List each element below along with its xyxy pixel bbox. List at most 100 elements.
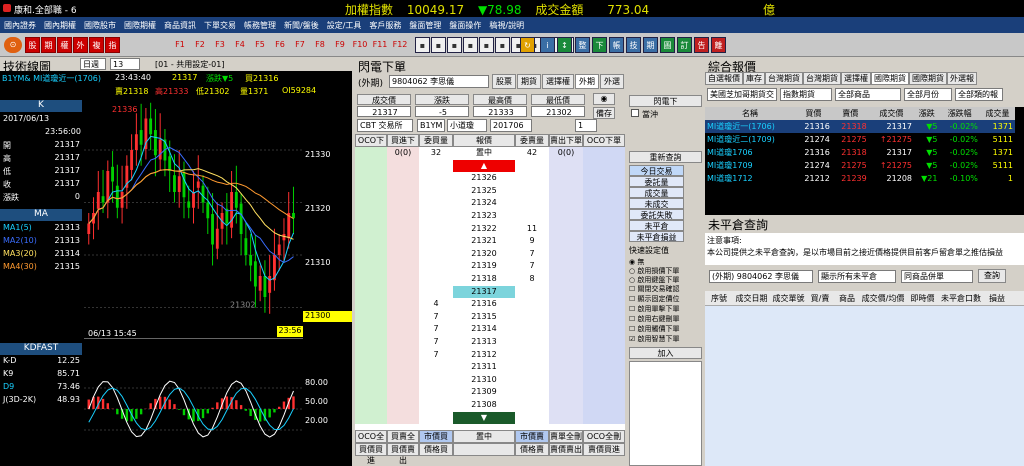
ladder-cell[interactable] (515, 361, 549, 374)
ladder-cell[interactable] (387, 399, 419, 412)
tool-icon-0[interactable]: ▪ (415, 37, 430, 53)
candlestick-chart[interactable]: 21336 21302 (84, 98, 303, 338)
ladder-cell[interactable] (515, 323, 549, 336)
ladder-cell[interactable] (515, 159, 549, 173)
right-button-6[interactable]: 訂 (677, 37, 692, 53)
ladder-cell[interactable]: 11 (515, 222, 549, 236)
menu-item-2[interactable]: 國際股市 (80, 17, 120, 31)
ladder-cell[interactable] (387, 310, 419, 324)
ladder-price-row[interactable]: 21325 (355, 184, 625, 198)
ladder-footer-btn-3[interactable]: 置中 (453, 430, 515, 443)
pos-query-button[interactable]: 查詢 (978, 269, 1006, 283)
right-button-5[interactable]: 圖 (660, 37, 675, 53)
ladder-price-row[interactable]: 4 21316 (355, 298, 625, 311)
fkey-f3[interactable]: F3 (210, 37, 230, 53)
price-ladder[interactable]: 0(0) 32 置中 42 0(0) ▲ 21326 21325 21324 21323 21322… (355, 147, 625, 433)
ladder-cell[interactable] (387, 285, 419, 299)
ladder-footer2-btn-4[interactable]: 價格賣 (515, 443, 549, 456)
ladder-price-row[interactable]: 21317 (355, 285, 625, 299)
fkey-f1[interactable]: F1 (170, 37, 190, 53)
ladder-cell[interactable] (419, 285, 453, 299)
ladder-cell[interactable] (549, 184, 583, 198)
ladder-footer-btn-1[interactable]: 買賣全刪 (387, 430, 419, 452)
ladder-cell[interactable] (549, 298, 583, 311)
ladder-cell[interactable]: 7 (419, 323, 453, 336)
menu-item-1[interactable]: 國內期權 (40, 17, 80, 31)
ladder-cell[interactable] (515, 172, 549, 185)
ladder-cell[interactable] (387, 273, 419, 286)
ladder-price-row[interactable]: 7 21315 (355, 310, 625, 324)
side-item-1[interactable]: 委託量 (629, 176, 684, 187)
ladder-cell[interactable] (583, 323, 625, 336)
quote-tab-6[interactable]: 國際期貨 (909, 72, 947, 85)
ladder-cell[interactable] (583, 273, 625, 286)
ladder-cell[interactable] (583, 399, 625, 412)
menu-item-0[interactable]: 國內證券 (0, 17, 40, 31)
ladder-cell[interactable] (515, 336, 549, 349)
ladder-price-row[interactable]: 21326 (355, 172, 625, 185)
quote-row[interactable]: MI道瓊1709 21274 21275 ↑21275 ▼5 -0.02% 5111 (705, 159, 1015, 172)
quote-filter-4[interactable]: 全部類的報 (955, 88, 1003, 101)
menu-item-11[interactable]: 盤面操作 (445, 17, 485, 31)
ladder-cell[interactable] (583, 172, 625, 185)
ladder-cell[interactable] (515, 197, 549, 210)
ladder-cell[interactable] (583, 222, 625, 236)
ladder-footer-btn-2[interactable]: 市價買 (419, 430, 453, 443)
quote-tab-4[interactable]: 選擇權 (841, 72, 871, 85)
ladder-price-row[interactable]: 21319 7 (355, 260, 625, 273)
ladder-cell[interactable] (549, 222, 583, 236)
side-item-4[interactable]: 委託失敗 (629, 209, 684, 220)
ladder-cell[interactable] (583, 361, 625, 374)
ladder-cell[interactable] (549, 336, 583, 349)
ladder-cell[interactable] (549, 310, 583, 324)
check-row-2[interactable]: ☐ 啟用單擊下單 (629, 304, 702, 314)
menu-item-5[interactable]: 下單交易 (200, 17, 240, 31)
ladder-cell[interactable] (355, 235, 387, 248)
ladder-price-row[interactable]: 21322 11 (355, 222, 625, 236)
check-box[interactable]: ☐ (629, 305, 638, 313)
quote-tab-3[interactable]: 台灣期貨 (803, 72, 841, 85)
ladder-down-row[interactable]: ▼ (355, 411, 625, 425)
ladder-cell[interactable] (583, 159, 625, 173)
quick-button-4[interactable]: 複 (89, 37, 104, 53)
ladder-price-row[interactable]: 7 21314 (355, 323, 625, 336)
ladder-cell[interactable] (549, 247, 583, 261)
ladder-cell[interactable] (515, 298, 549, 311)
ladder-cell[interactable]: 7 (515, 247, 549, 261)
ladder-cell[interactable] (355, 184, 387, 198)
ladder-cell[interactable] (355, 285, 387, 299)
quote-row[interactable]: MI道瓊1706 21316 21318 21317 ▼5 -0.02% 1371 (705, 146, 1015, 159)
ladder-cell[interactable] (419, 184, 453, 198)
ladder-cell[interactable] (355, 172, 387, 185)
ladder-cell[interactable] (387, 373, 419, 387)
tool-icon-4[interactable]: ▪ (479, 37, 494, 53)
ladder-cell[interactable] (549, 386, 583, 399)
requery-button[interactable]: 重新查詢 (629, 151, 702, 163)
ladder-cell[interactable] (387, 386, 419, 399)
ladder-cell[interactable] (549, 172, 583, 185)
ladder-footer-btn-0[interactable]: OCO全刪 (355, 430, 387, 452)
ladder-cell[interactable] (549, 361, 583, 374)
fkey-f12[interactable]: F12 (390, 37, 410, 53)
menu-item-7[interactable]: 新聞/盤後 (280, 17, 323, 31)
ladder-cell[interactable] (583, 184, 625, 198)
ladder-cell[interactable] (355, 348, 387, 362)
check-row-0[interactable]: ☐ 關閉交易確認 (629, 284, 702, 294)
fkey-f5[interactable]: F5 (250, 37, 270, 53)
ladder-price-row[interactable]: 21324 (355, 197, 625, 210)
side-list[interactable] (629, 361, 702, 466)
ladder-cell[interactable] (583, 285, 625, 299)
ladder-cell[interactable] (515, 399, 549, 412)
check-row-5[interactable]: ☑ 啟用智慧下單 (629, 334, 702, 344)
ladder-price-row[interactable]: 21318 8 (355, 273, 625, 286)
quote-filter-0[interactable]: 美國芝加哥期貨交 (707, 88, 777, 101)
side-item-6[interactable]: 未平倉損益 (629, 231, 684, 242)
fkey-f6[interactable]: F6 (270, 37, 290, 53)
fkey-f10[interactable]: F10 (350, 37, 370, 53)
right-button-2[interactable]: 帳 (609, 37, 624, 53)
ladder-cell[interactable] (515, 348, 549, 362)
period-num-select[interactable]: 13 (110, 58, 140, 70)
ladder-cell[interactable] (515, 373, 549, 387)
qty-input[interactable]: 1 (575, 119, 597, 132)
quote-filter-1[interactable]: 指數期貨 (780, 88, 832, 101)
